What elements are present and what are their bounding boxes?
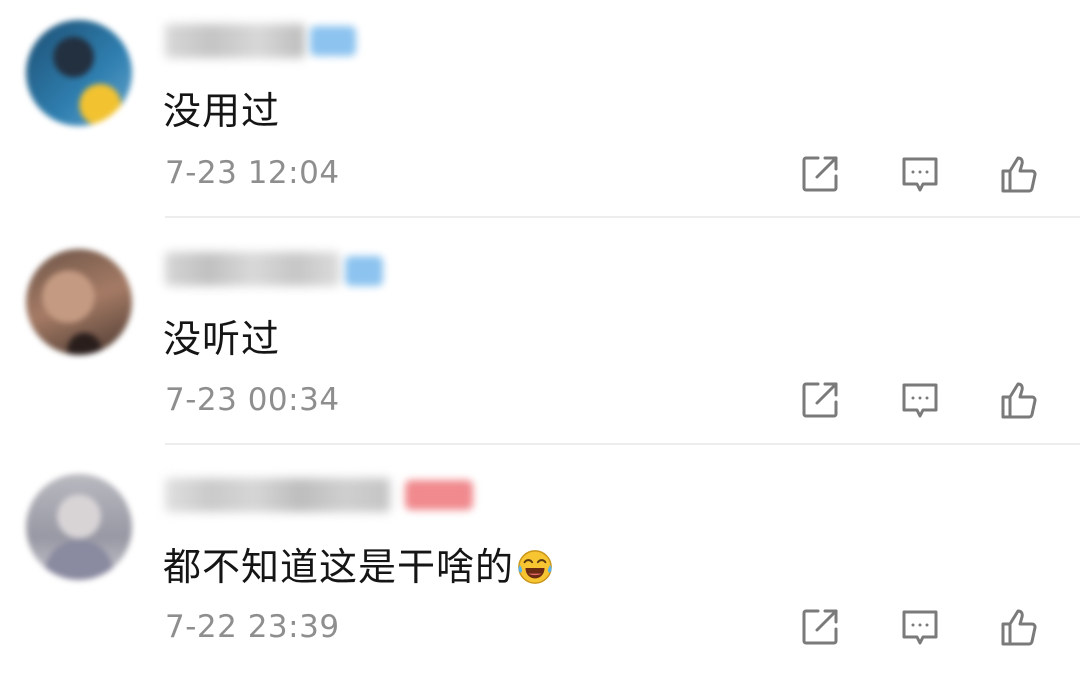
reply-button[interactable] (897, 151, 943, 197)
thumbs-up-icon (1001, 156, 1037, 193)
share-icon (802, 609, 838, 645)
comment-text: 没用过 (163, 89, 281, 133)
thumbs-up-icon (1001, 609, 1037, 646)
avatar[interactable] (26, 474, 132, 580)
share-icon (802, 156, 838, 192)
divider (165, 216, 1080, 218)
comment-time: 7-23 00:34 (165, 382, 340, 418)
share-icon (802, 382, 838, 418)
username[interactable] (165, 478, 390, 512)
share-button[interactable] (797, 151, 843, 197)
username[interactable] (165, 24, 305, 58)
comment-icon (902, 610, 938, 645)
avatar[interactable] (26, 20, 132, 126)
divider (165, 443, 1080, 445)
comment-item: 没用过 7-23 12:04 (0, 0, 1080, 226)
comment-text-content: 都不知道这是干啥的 (163, 545, 515, 589)
comment-icon (902, 383, 938, 418)
comment-item: 没听过 7-23 00:34 (0, 226, 1080, 452)
comment-text: 没听过 (163, 317, 281, 361)
user-badge (345, 256, 383, 286)
comment-icon (902, 157, 938, 192)
user-badge (405, 480, 473, 510)
comment-item: 都不知道这是干啥的 7-22 23:39 (0, 452, 1080, 678)
comment-time: 7-22 23:39 (165, 609, 340, 645)
reply-button[interactable] (897, 604, 943, 650)
like-button[interactable] (996, 377, 1042, 423)
share-button[interactable] (797, 377, 843, 423)
user-badge (310, 26, 356, 56)
comment-text: 都不知道这是干啥的 (163, 536, 554, 591)
comment-time: 7-23 12:04 (165, 155, 340, 191)
thumbs-up-icon (1001, 382, 1037, 419)
laughing-crying-emoji-icon (518, 550, 552, 584)
reply-button[interactable] (897, 377, 943, 423)
like-button[interactable] (996, 604, 1042, 650)
avatar[interactable] (26, 249, 132, 355)
username[interactable] (165, 252, 340, 286)
like-button[interactable] (996, 151, 1042, 197)
share-button[interactable] (797, 604, 843, 650)
